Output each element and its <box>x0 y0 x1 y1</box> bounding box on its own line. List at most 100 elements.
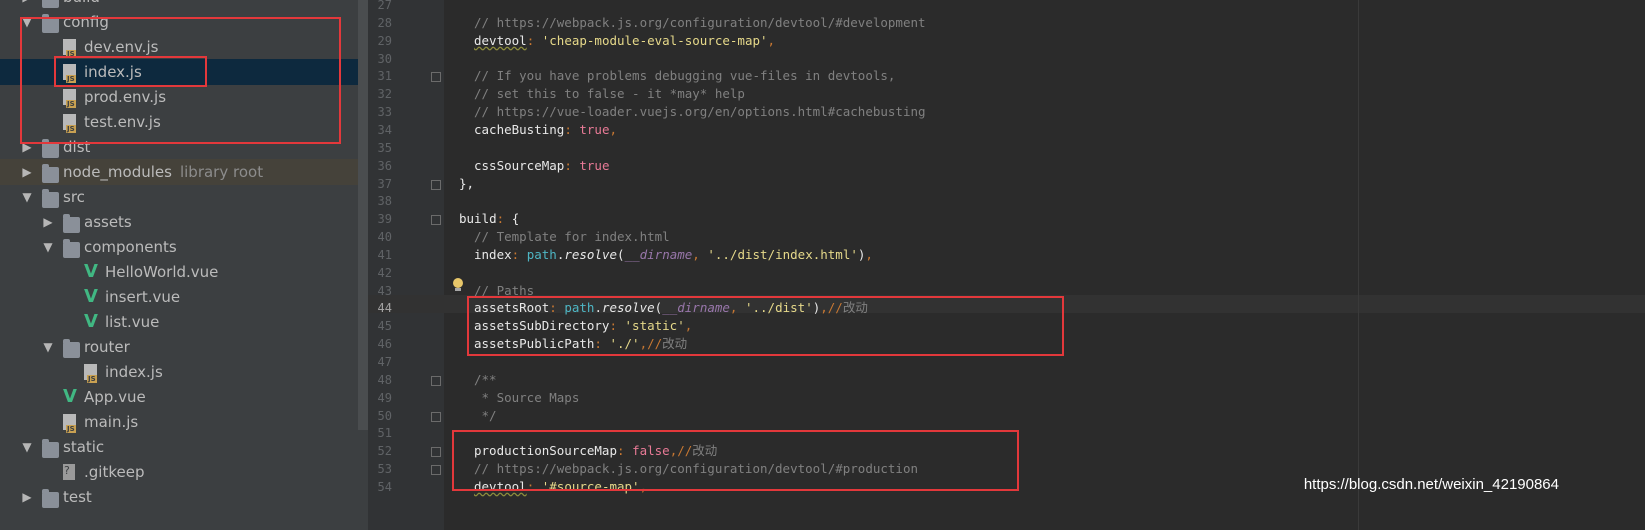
code-line[interactable]: // https://vue-loader.vuejs.org/en/optio… <box>474 103 926 121</box>
code-line[interactable]: assetsRoot: path.resolve(__dirname, '../… <box>474 299 868 317</box>
fold-marker-icon[interactable] <box>431 215 441 226</box>
code-line[interactable]: productionSourceMap: false,//改动 <box>474 442 717 460</box>
tree-item[interactable]: ▼ components <box>0 234 368 260</box>
code-token: . <box>594 300 602 316</box>
tree-item[interactable]: dev.env.js <box>0 34 368 60</box>
line-number: 50 <box>377 408 392 423</box>
code-token: : <box>549 300 565 316</box>
line-number: 37 <box>377 176 392 191</box>
tree-item[interactable]: index.js <box>0 59 368 85</box>
code-line[interactable]: assetsPublicPath: './',//改动 <box>474 335 687 353</box>
chevron-right-icon[interactable]: ▶ <box>41 209 55 235</box>
chevron-down-icon[interactable]: ▼ <box>20 9 34 35</box>
code-line[interactable]: cacheBusting: true, <box>474 121 617 139</box>
chevron-down-icon[interactable]: ▼ <box>41 334 55 360</box>
chevron-down-icon[interactable]: ▼ <box>20 434 34 460</box>
code-token: // Paths <box>474 282 535 298</box>
code-line[interactable]: }, <box>459 175 474 193</box>
tree-item[interactable]: V App.vue <box>0 384 368 410</box>
code-token: cacheBusting <box>474 121 565 137</box>
code-token: : <box>609 318 625 334</box>
chevron-right-icon[interactable]: ▶ <box>20 134 34 160</box>
code-line[interactable]: cssSourceMap: true <box>474 157 609 175</box>
chevron-right-icon[interactable]: ▶ <box>20 484 34 510</box>
watermark-text: https://blog.csdn.net/weixin_42190864 <box>1303 476 1559 493</box>
tree-item-label: static <box>63 438 105 456</box>
js-file-icon <box>84 364 97 383</box>
line-number: 52 <box>377 444 392 459</box>
code-token: { <box>511 211 520 227</box>
fold-marker-icon[interactable] <box>431 465 441 476</box>
line-number: 46 <box>377 337 392 352</box>
code-line[interactable]: // https://webpack.js.org/configuration/… <box>474 460 918 478</box>
fold-marker-icon[interactable] <box>431 447 441 458</box>
chevron-down-icon[interactable]: ▼ <box>41 234 55 260</box>
code-token: , <box>684 318 693 334</box>
code-line[interactable]: devtool: 'cheap-module-eval-source-map', <box>474 32 775 50</box>
tree-item[interactable]: ▼ src <box>0 184 368 210</box>
tree-item[interactable]: ▼ config <box>0 9 368 35</box>
code-line[interactable]: assetsSubDirectory: 'static', <box>474 317 692 335</box>
code-token: '../dist/index.html' <box>707 246 858 262</box>
code-token: devtool <box>474 478 527 494</box>
tree-item[interactable]: index.js <box>0 359 368 385</box>
chevron-right-icon[interactable]: ▶ <box>20 159 34 185</box>
fold-marker-icon[interactable] <box>431 375 441 386</box>
tree-item[interactable]: ▼ router <box>0 334 368 360</box>
tree-item[interactable]: Vlist.vue <box>0 309 368 335</box>
code-token: // https://webpack.js.org/configuration/… <box>474 14 926 30</box>
code-line[interactable]: index: path.resolve(__dirname, '../dist/… <box>474 246 873 264</box>
tree-item[interactable]: Vinsert.vue <box>0 284 368 310</box>
tree-item[interactable]: test.env.js <box>0 109 368 135</box>
folder-icon <box>63 214 80 233</box>
code-token: path <box>564 300 595 316</box>
tree-item[interactable]: ▶ assets <box>0 209 368 235</box>
code-token: 'cheap-module-eval-source-map' <box>541 32 768 48</box>
code-token: : <box>526 478 542 494</box>
code-token: // Template for index.html <box>474 229 670 245</box>
chevron-down-icon[interactable]: ▼ <box>20 184 34 210</box>
code-token: assetsPublicPath <box>474 336 595 352</box>
project-tree-scrollbar[interactable] <box>358 0 368 430</box>
code-line[interactable]: // Template for index.html <box>474 228 670 246</box>
fold-marker-icon[interactable] <box>431 72 441 83</box>
line-number: 31 <box>377 69 392 84</box>
code-line[interactable]: // If you have problems debugging vue-fi… <box>474 67 895 85</box>
fold-marker-icon[interactable] <box>431 179 441 190</box>
code-token: __dirname <box>662 300 730 316</box>
code-line[interactable]: */ <box>474 407 497 425</box>
folder-icon <box>42 189 59 208</box>
code-line[interactable]: devtool: '#source-map', <box>474 478 647 496</box>
code-token: * Source Maps <box>474 389 580 405</box>
code-line[interactable]: // https://webpack.js.org/configuration/… <box>474 14 926 32</box>
code-token: , <box>767 32 776 48</box>
tree-item[interactable]: main.js <box>0 409 368 435</box>
tree-item[interactable]: V HelloWorld.vue <box>0 259 368 285</box>
tree-item-label: index.js <box>105 363 163 381</box>
code-token: }, <box>459 175 475 191</box>
tree-item[interactable]: .gitkeep <box>0 459 368 485</box>
code-line[interactable]: /** <box>474 371 497 389</box>
tree-item[interactable]: ▶ node_modules library root <box>0 159 368 185</box>
tree-item-label: src <box>63 188 85 206</box>
intention-bulb-icon[interactable] <box>452 278 464 292</box>
tree-item[interactable]: ▶ dist <box>0 134 368 160</box>
right-margin-guide <box>1358 0 1359 530</box>
tree-item[interactable]: prod.env.js <box>0 84 368 110</box>
folder-icon <box>42 139 59 158</box>
js-file-icon <box>63 39 76 58</box>
code-line[interactable]: build: { <box>459 210 519 228</box>
fold-marker-icon[interactable] <box>431 411 441 422</box>
line-number: 43 <box>377 283 392 298</box>
line-number: 54 <box>377 479 392 494</box>
line-number: 39 <box>377 212 392 227</box>
code-line[interactable]: * Source Maps <box>474 389 580 407</box>
code-token: : <box>496 211 512 227</box>
code-line[interactable]: // Paths <box>474 282 534 300</box>
code-token: : <box>526 32 542 48</box>
tree-item[interactable]: ▶ test <box>0 484 368 510</box>
code-line[interactable]: // set this to false - it *may* help <box>474 85 745 103</box>
js-file-icon <box>63 64 76 83</box>
tree-item[interactable]: ▼ static <box>0 434 368 460</box>
folder-icon <box>42 439 59 458</box>
